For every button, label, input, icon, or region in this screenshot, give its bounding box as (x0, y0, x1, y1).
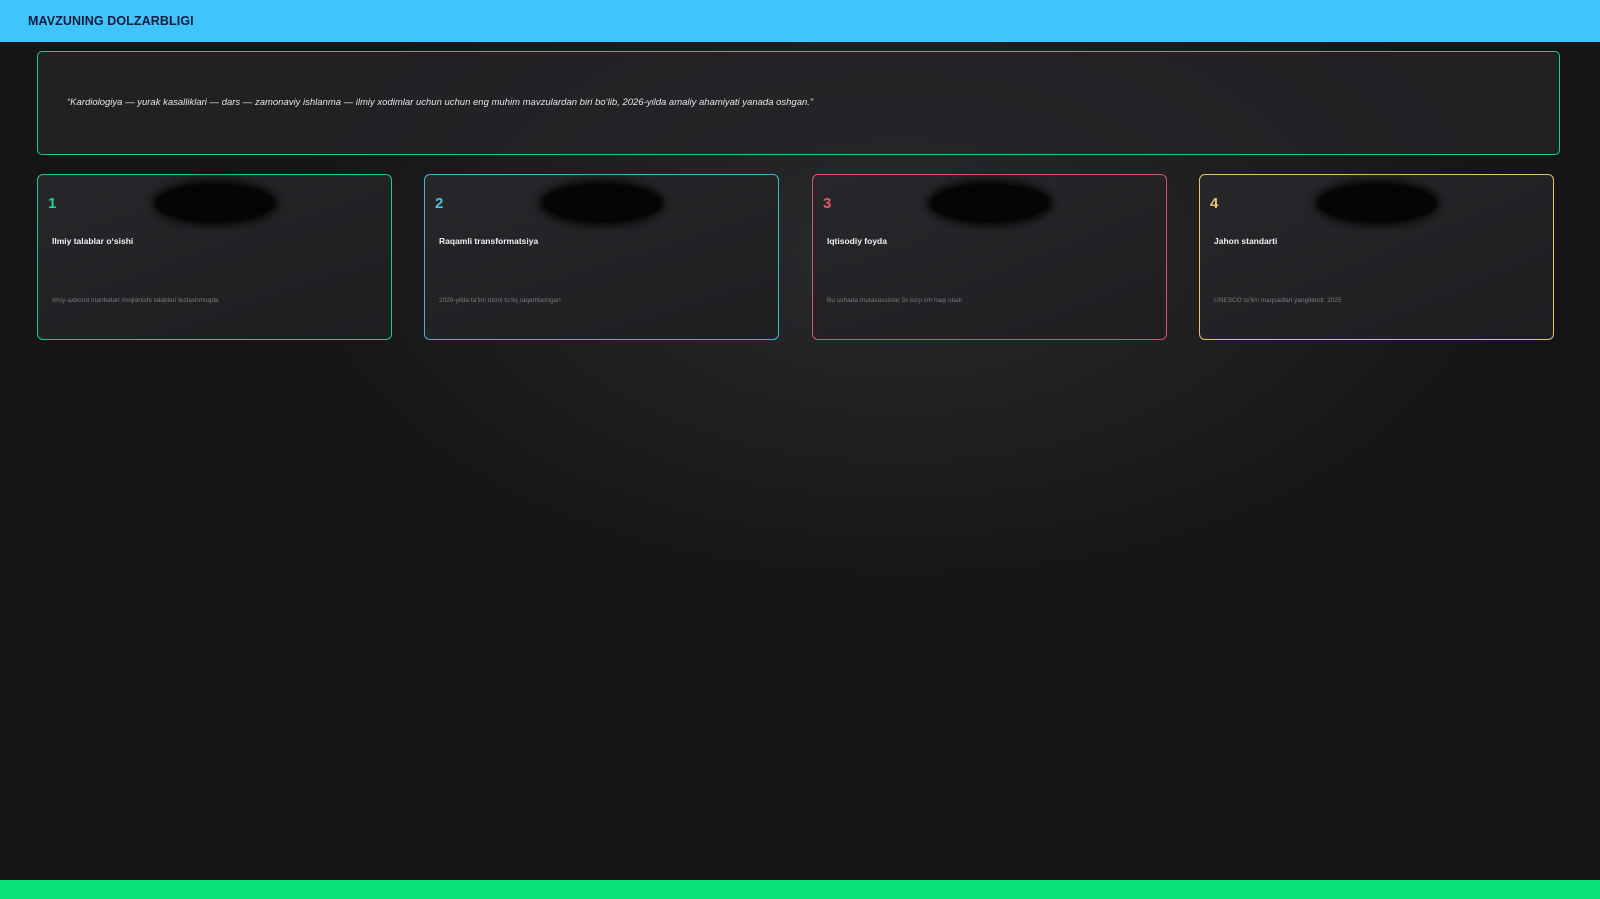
card-4-title: Jahon standarti (1214, 236, 1278, 246)
card-2-title: Raqamli transformatsiya (439, 236, 539, 246)
quote-text: “Kardiologiya — yurak kasalliklari — dar… (67, 97, 814, 108)
card-1: 1 Ilmiy talablar o‘sishi Ilmiy-axborot m… (37, 174, 392, 340)
card-3: 3 Iqtisodiy foyda Bu sohada mutaxassisla… (812, 174, 1167, 340)
card-4-number: 4 (1210, 195, 1219, 212)
card-3-image-placeholder (931, 184, 1049, 222)
card-3-number: 3 (823, 195, 832, 212)
card-1-description: Ilmiy-axborot manbalari rivojlanishi tal… (52, 297, 219, 304)
card-4-image-placeholder (1318, 184, 1436, 222)
card-1-image-placeholder (156, 184, 274, 222)
page-title: MAVZUNING DOLZARBLIGI (28, 14, 194, 28)
header-bar: MAVZUNING DOLZARBLIGI (0, 0, 1600, 42)
card-2-number: 2 (435, 195, 444, 212)
card-2-description: 2026-yilda ta’lim tizimi to‘liq raqamlas… (439, 297, 561, 304)
card-3-description: Bu sohada mutaxassislar 3x ko‘p ish haqi… (827, 297, 962, 304)
card-1-number: 1 (48, 195, 57, 212)
quote-box: “Kardiologiya — yurak kasalliklari — dar… (37, 51, 1560, 155)
card-2: 2 Raqamli transformatsiya 2026-yilda ta’… (424, 174, 779, 340)
footer-bar (0, 880, 1600, 899)
card-3-title: Iqtisodiy foyda (827, 236, 887, 246)
card-1-title: Ilmiy talablar o‘sishi (52, 236, 134, 246)
card-4: 4 Jahon standarti UNESCO ta’lim maqsadla… (1199, 174, 1554, 340)
card-2-image-placeholder (543, 184, 661, 222)
card-4-description: UNESCO ta’lim maqsadlari yangilandi: 202… (1214, 297, 1342, 304)
